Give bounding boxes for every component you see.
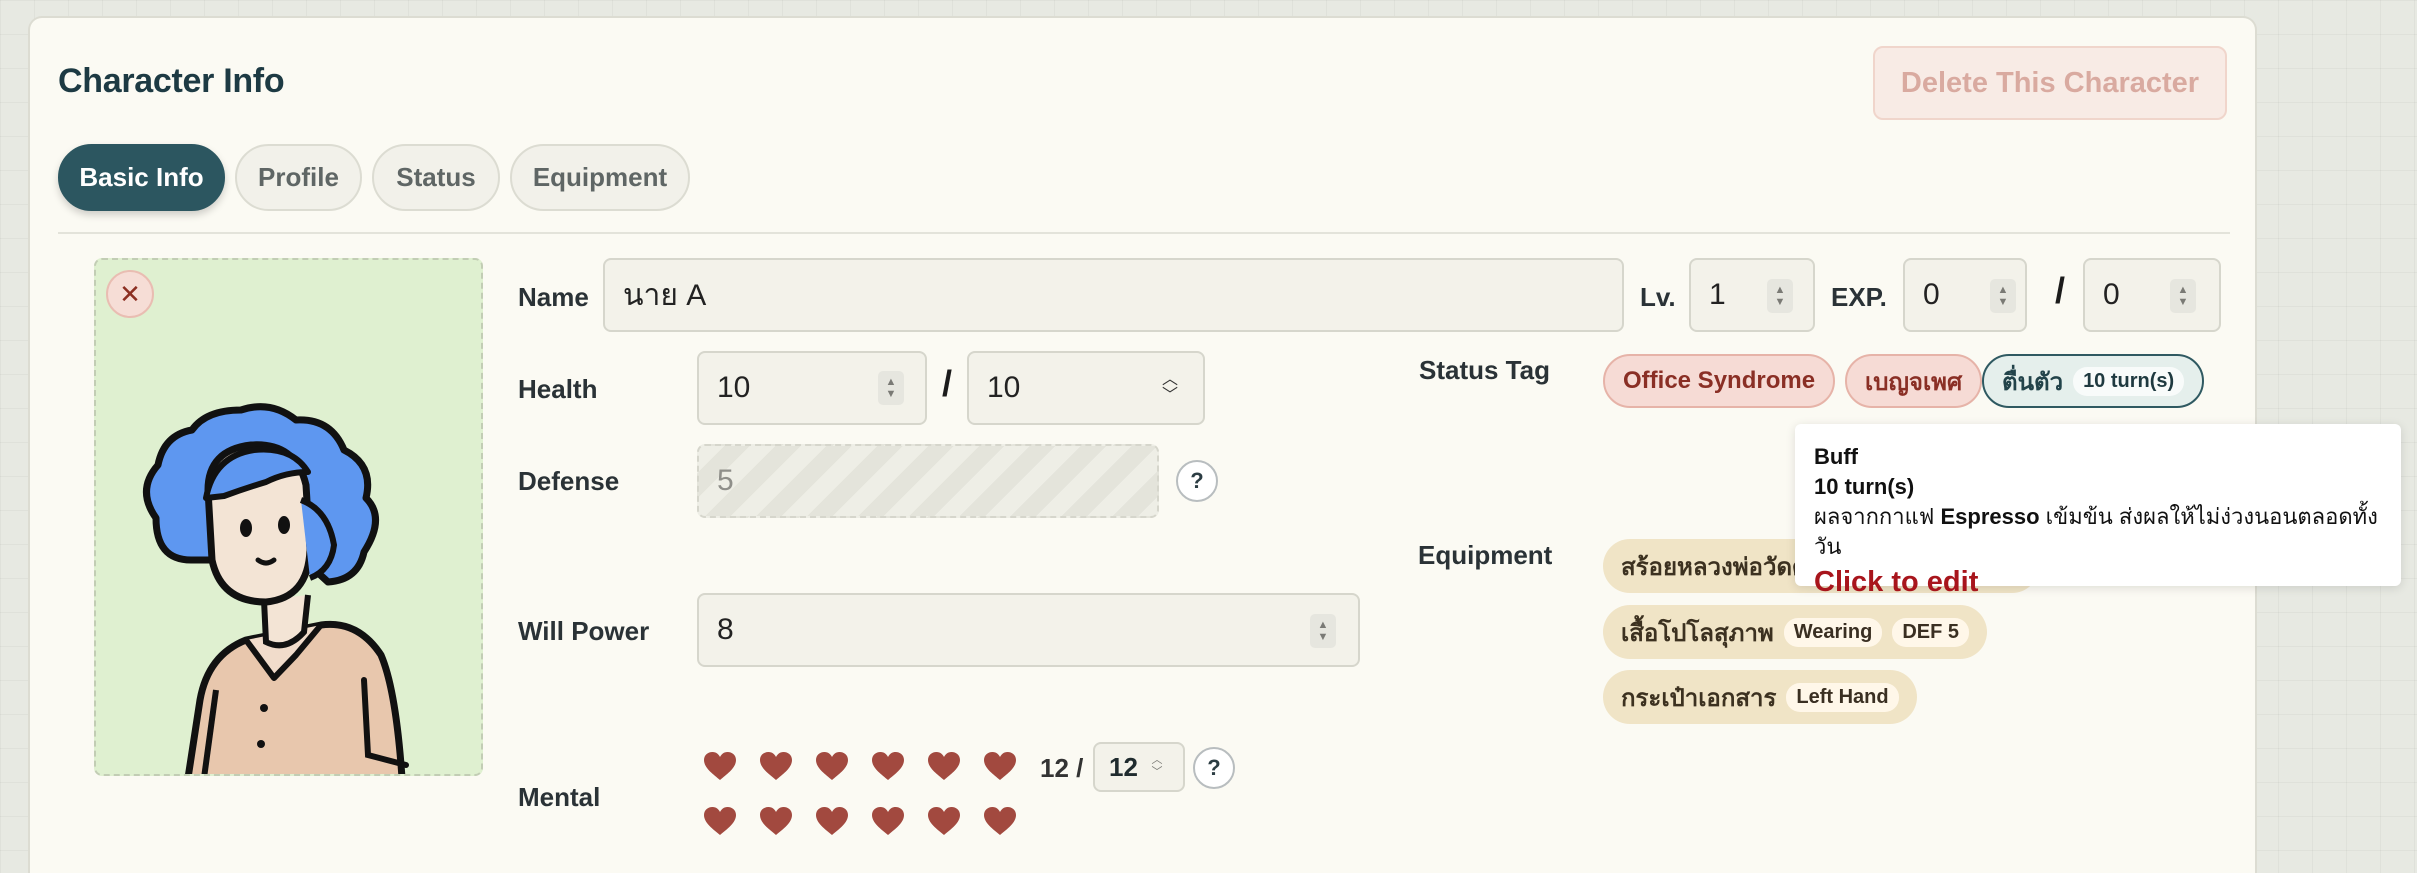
will-power-input[interactable]: 8 <box>697 593 1360 667</box>
will-power-label: Will Power <box>518 616 650 646</box>
heart-icon[interactable] <box>759 751 793 781</box>
will-power-spinner-icon[interactable]: ▲ ▼ <box>1310 614 1336 648</box>
heart-icon[interactable] <box>871 751 905 781</box>
health-label: Health <box>518 374 598 404</box>
tooltip-type: Buff <box>1814 444 1858 469</box>
level-input[interactable]: 1 <box>1689 258 1815 332</box>
status-tag-tooltip[interactable]: Buff 10 turn(s) ผลจากกาแฟ Espresso เข้มข… <box>1795 424 2401 598</box>
exp-max-value: 0 <box>2103 278 2120 311</box>
equipment-item-name: สร้อยหลวงพ่อวัดดู <box>1621 553 1808 581</box>
exp-label: EXP. <box>1831 282 1887 312</box>
status-tag-alert-turns: 10 turn(s) <box>2073 366 2185 396</box>
heart-icon[interactable] <box>983 806 1017 836</box>
level-value: 1 <box>1709 278 1726 311</box>
tooltip-edit-link[interactable]: Click to edit <box>1814 562 2382 602</box>
health-separator: / <box>942 363 953 404</box>
heart-icon[interactable] <box>759 806 793 836</box>
tooltip-description: ผลจากกาแฟ Espresso เข้มข้น ส่งผลให้ไม่ง่… <box>1814 504 2378 559</box>
status-tag-alert[interactable]: ตื่นตัว 10 turn(s) <box>1982 354 2205 408</box>
status-tag-office-syndrome[interactable]: Office Syndrome <box>1603 354 1836 408</box>
mental-max-input[interactable]: 12 <box>1093 742 1185 792</box>
tab-divider <box>58 232 2230 234</box>
heart-icon[interactable] <box>815 806 849 836</box>
heart-icon[interactable] <box>703 751 737 781</box>
equipment-tag-def: DEF 5 <box>1892 617 1969 647</box>
health-max-value: 10 <box>987 371 1021 404</box>
mental-max-value: 12 <box>1109 751 1138 782</box>
page-title: Character Info <box>58 62 285 100</box>
mental-current-value: 12 / <box>1040 753 1084 783</box>
will-power-value: 8 <box>717 613 734 646</box>
defense-input: 5 <box>697 444 1159 518</box>
defense-help-icon[interactable]: ? <box>1176 460 1218 502</box>
mental-help-icon[interactable]: ? <box>1193 747 1235 789</box>
tab-equipment[interactable]: Equipment <box>510 144 690 211</box>
equipment-tag-wearing: Wearing <box>1783 617 1883 647</box>
heart-icon[interactable] <box>927 806 961 836</box>
tooltip-duration: 10 turn(s) <box>1814 474 1915 499</box>
name-input[interactable]: นาย A <box>603 258 1624 332</box>
defense-label: Defense <box>518 466 620 496</box>
name-label: Name <box>518 282 589 312</box>
delete-character-button[interactable]: Delete This Character <box>1873 46 2227 120</box>
equipment-label: Equipment <box>1418 540 1553 570</box>
status-tag-label: Status Tag <box>1419 355 1550 385</box>
status-tag-benjapet[interactable]: เบญจเพศ <box>1845 354 1983 408</box>
tab-profile[interactable]: Profile <box>235 144 362 211</box>
equipment-item-name: เสื้อโปโลสุภาพ <box>1621 619 1774 647</box>
exp-max-spinner-icon[interactable]: ▲ ▼ <box>2170 279 2196 313</box>
exp-max-input[interactable]: 0 <box>2083 258 2221 332</box>
exp-current-spinner-icon[interactable]: ▲ ▼ <box>1990 279 2016 313</box>
level-spinner-icon[interactable]: ▲ ▼ <box>1767 279 1793 313</box>
status-tag-alert-label: ตื่นตัว <box>2002 368 2064 396</box>
exp-current-value: 0 <box>1923 278 1940 311</box>
equipment-item-polo-shirt[interactable]: เสื้อโปโลสุภาพ Wearing DEF 5 <box>1603 605 1987 659</box>
equipment-item-name: กระเป๋าเอกสาร <box>1621 684 1777 712</box>
tab-basic-info[interactable]: Basic Info <box>58 144 225 211</box>
tab-status[interactable]: Status <box>372 144 500 211</box>
character-illustration <box>143 403 409 774</box>
level-label: Lv. <box>1640 282 1676 312</box>
character-portrait[interactable] <box>94 258 483 776</box>
heart-icon[interactable] <box>983 751 1017 781</box>
health-current-value: 10 <box>717 371 751 404</box>
equipment-tag-left-hand: Left Hand <box>1786 682 1899 712</box>
remove-portrait-button[interactable]: ✕ <box>106 270 154 318</box>
mental-max-spinner-icon[interactable]: ︿ ﹀ <box>1147 751 1167 781</box>
exp-separator: / <box>2055 270 2066 311</box>
heart-icon[interactable] <box>871 806 905 836</box>
heart-icon[interactable] <box>927 751 961 781</box>
equipment-item-briefcase[interactable]: กระเป๋าเอกสาร Left Hand <box>1603 670 1917 724</box>
heart-icon[interactable] <box>703 806 737 836</box>
mental-label: Mental <box>518 782 601 812</box>
health-max-spinner-icon[interactable]: ︿ ﹀ <box>1157 371 1183 405</box>
heart-icon[interactable] <box>815 751 849 781</box>
health-current-spinner-icon[interactable]: ▲ ▼ <box>878 371 904 405</box>
